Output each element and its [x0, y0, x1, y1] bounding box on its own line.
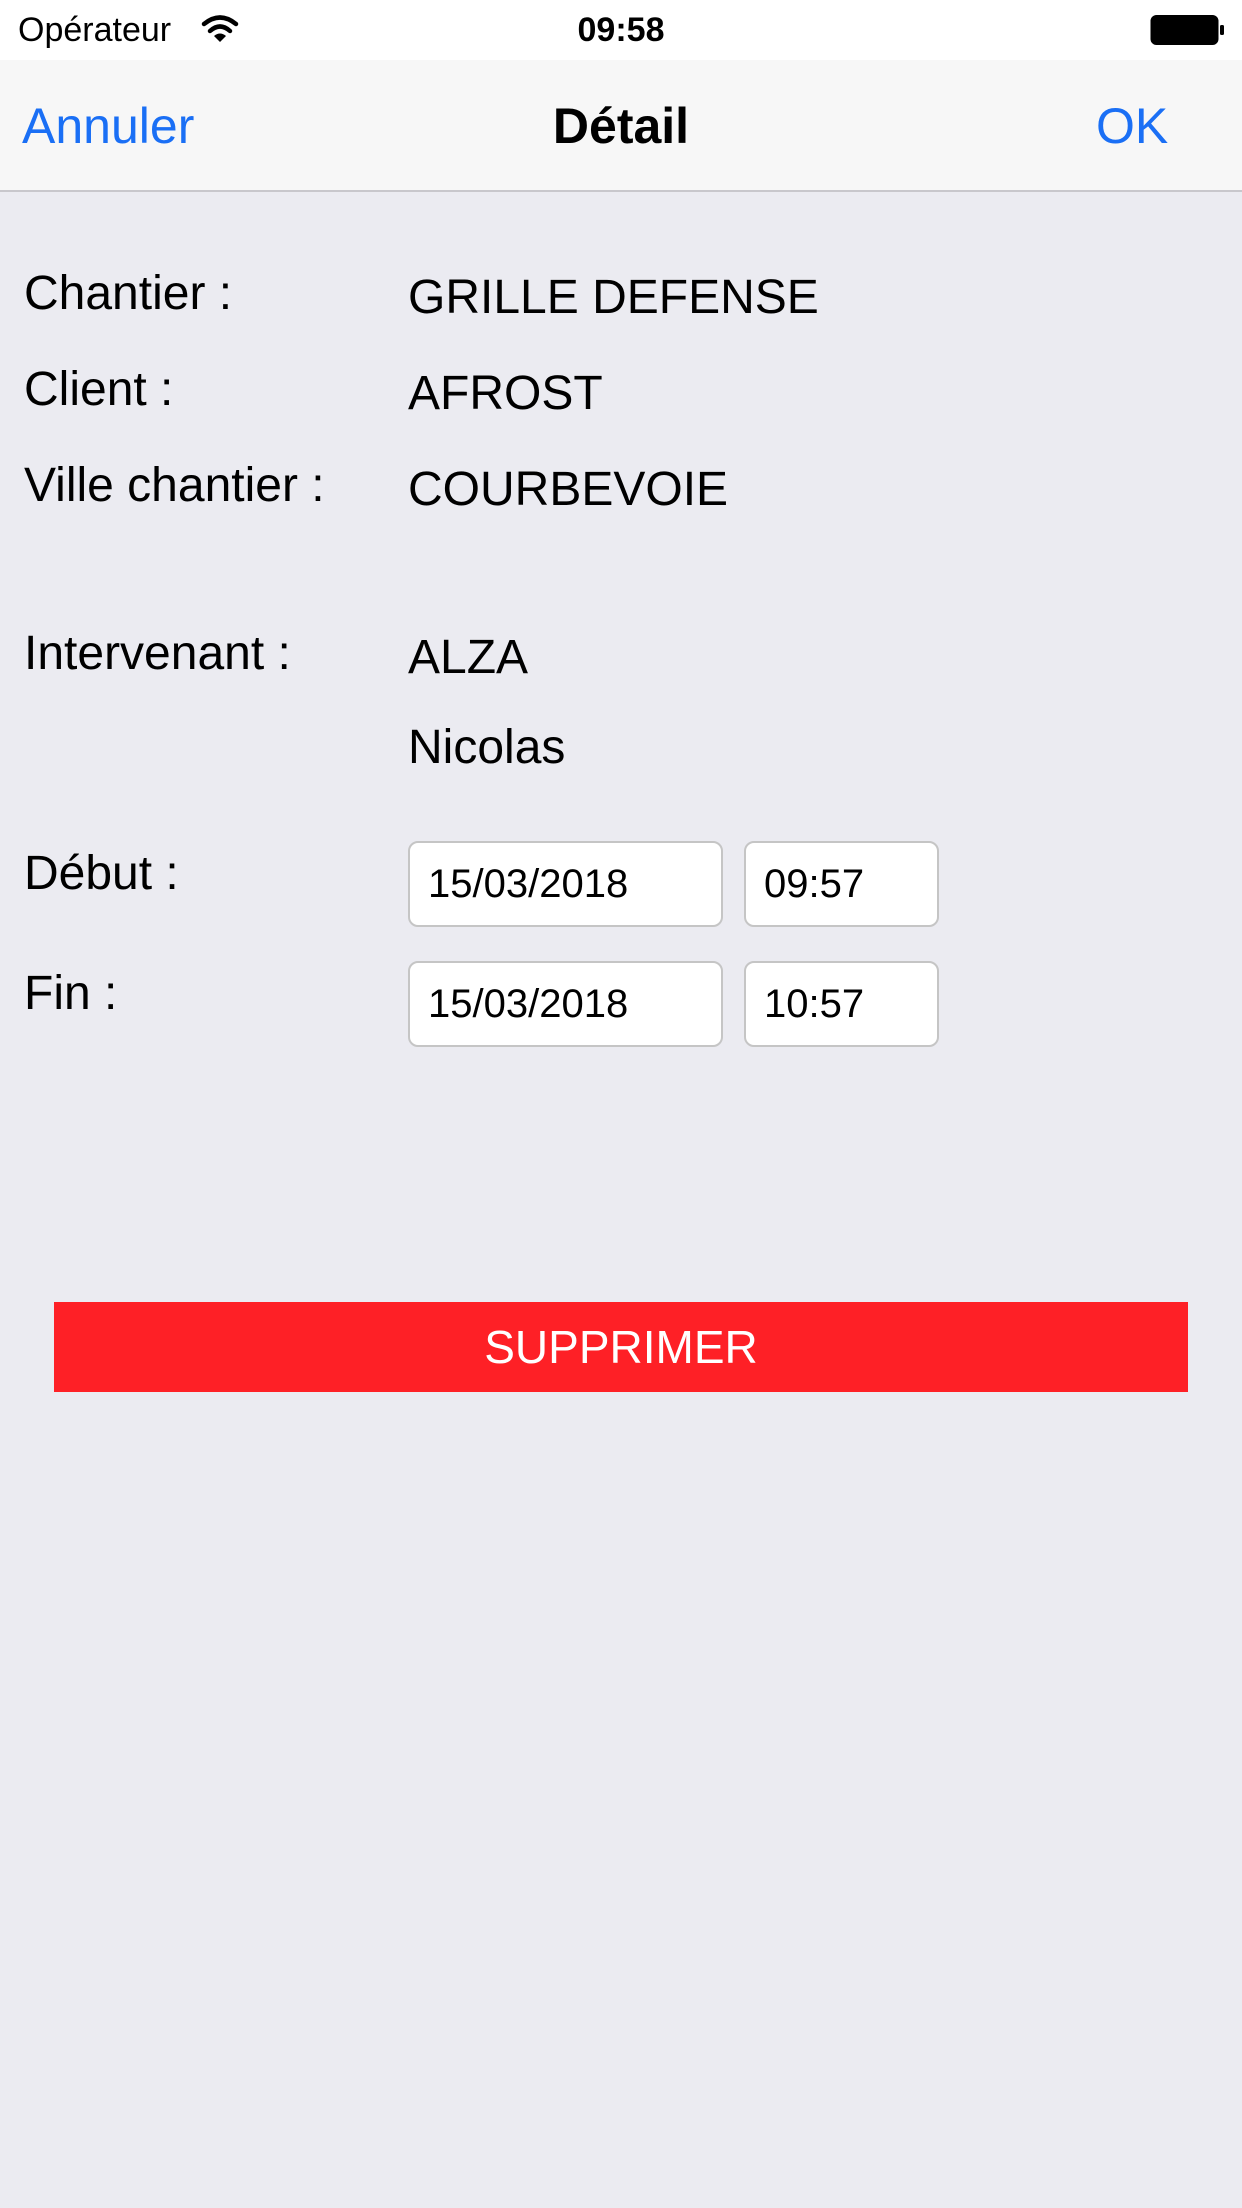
navigation-bar: Annuler Détail OK [0, 60, 1242, 192]
fin-date-field[interactable]: 15/03/2018 [408, 961, 723, 1047]
client-value: AFROST [408, 367, 603, 420]
ville-chantier-label: Ville chantier : [24, 459, 325, 512]
client-label: Client : [24, 363, 174, 416]
intervenant-first-name: Nicolas [408, 721, 566, 774]
fin-time-field[interactable]: 10:57 [744, 961, 939, 1047]
status-clock: 09:58 [577, 11, 665, 49]
status-bar: Opérateur 09:58 [0, 0, 1242, 60]
ok-button[interactable]: OK [1096, 96, 1168, 156]
intervenant-label: Intervenant : [24, 627, 291, 680]
page-title: Détail [552, 98, 690, 154]
intervenant-last-name: ALZA [408, 631, 529, 684]
fin-label: Fin : [24, 967, 118, 1020]
debut-label: Début : [24, 847, 179, 900]
debut-time-field[interactable]: 09:57 [744, 841, 939, 927]
chantier-label: Chantier : [24, 267, 233, 320]
debut-date-field[interactable]: 15/03/2018 [408, 841, 723, 927]
chantier-value: GRILLE DEFENSE [408, 271, 819, 324]
battery-icon [1150, 15, 1224, 45]
ville-chantier-value: COURBEVOIE [408, 463, 729, 516]
delete-button[interactable]: SUPPRIMER [54, 1302, 1188, 1392]
